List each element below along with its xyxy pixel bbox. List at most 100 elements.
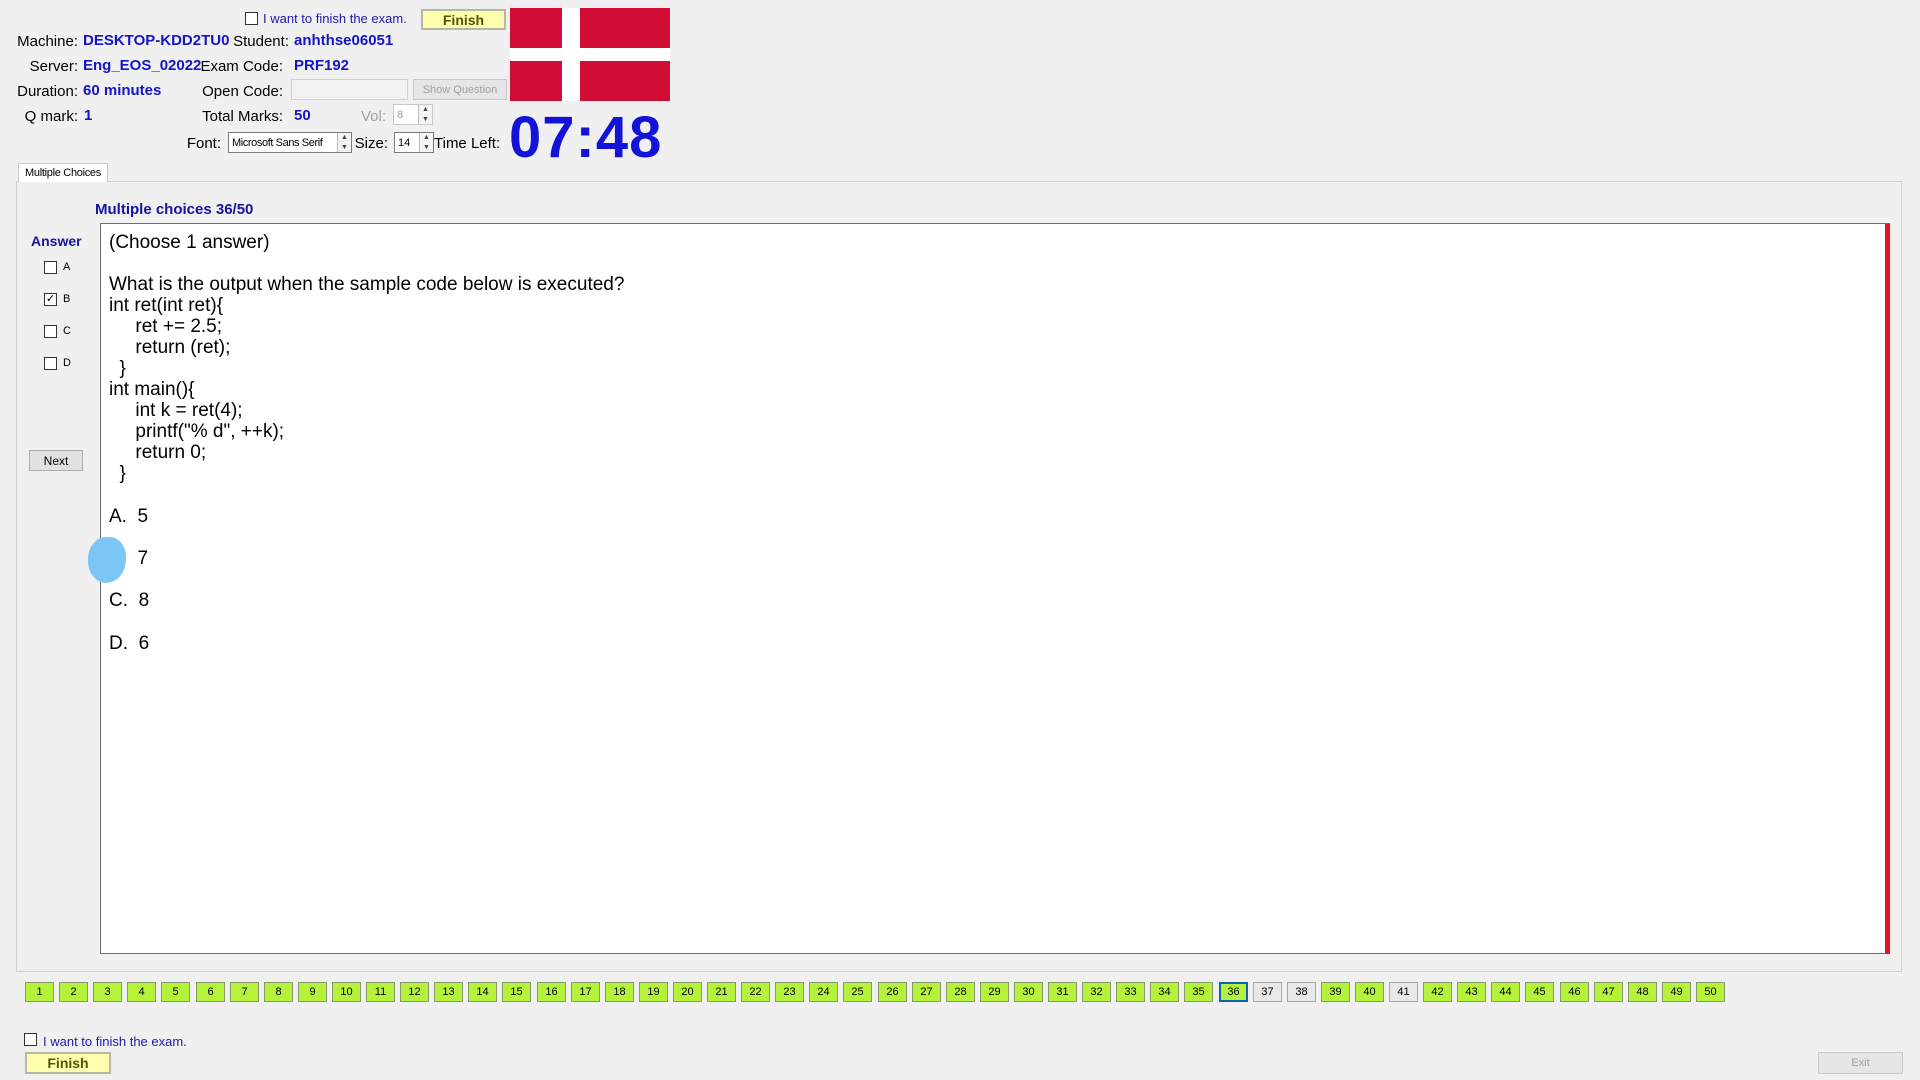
question-nav-button-31[interactable]: 31 (1048, 982, 1077, 1002)
size-stepper[interactable]: 14 ▲ ▼ (394, 132, 434, 153)
question-nav-button-11[interactable]: 11 (366, 982, 395, 1002)
question-nav-button-8[interactable]: 8 (264, 982, 293, 1002)
question-nav-button-40[interactable]: 40 (1355, 982, 1384, 1002)
question-nav-button-15[interactable]: 15 (502, 982, 531, 1002)
check-icon: ✓ (45, 293, 56, 305)
machine-label: Machine: (17, 33, 78, 50)
answer-checkbox-b[interactable]: ✓ (44, 293, 57, 306)
question-nav-button-49[interactable]: 49 (1662, 982, 1691, 1002)
question-nav-button-19[interactable]: 19 (639, 982, 668, 1002)
question-nav-button-47[interactable]: 47 (1594, 982, 1623, 1002)
question-nav-button-9[interactable]: 9 (298, 982, 327, 1002)
show-question-button[interactable]: Show Question (413, 79, 507, 100)
question-nav-button-32[interactable]: 32 (1082, 982, 1111, 1002)
server-value: Eng_EOS_02022 (83, 57, 202, 74)
question-nav-button-25[interactable]: 25 (843, 982, 872, 1002)
font-up-icon[interactable]: ▲ (338, 133, 351, 143)
question-nav-button-30[interactable]: 30 (1014, 982, 1043, 1002)
qmark-value: 1 (84, 107, 93, 124)
size-up-icon[interactable]: ▲ (420, 133, 433, 143)
total-marks-label: Total Marks: (202, 108, 283, 125)
finish-button-bottom[interactable]: Finish (25, 1052, 111, 1074)
vol-stepper[interactable]: 8 ▲ ▼ (393, 104, 433, 125)
time-left-label: Time Left: (434, 135, 501, 152)
question-nav-button-5[interactable]: 5 (161, 982, 190, 1002)
finish-exam-label-top: I want to finish the exam. (263, 11, 407, 26)
question-nav-button-34[interactable]: 34 (1150, 982, 1179, 1002)
code-line: printf("% d", ++k); (109, 421, 285, 442)
question-nav-button-1[interactable]: 1 (25, 982, 54, 1002)
question-nav-button-2[interactable]: 2 (59, 982, 88, 1002)
question-nav-button-10[interactable]: 10 (332, 982, 361, 1002)
question-nav-button-46[interactable]: 46 (1560, 982, 1589, 1002)
question-nav-button-43[interactable]: 43 (1457, 982, 1486, 1002)
answer-checkbox-a[interactable] (44, 261, 57, 274)
question-nav-button-33[interactable]: 33 (1116, 982, 1145, 1002)
question-nav-button-13[interactable]: 13 (434, 982, 463, 1002)
question-nav-button-4[interactable]: 4 (127, 982, 156, 1002)
question-text-area[interactable]: (Choose 1 answer) What is the output whe… (100, 223, 1890, 954)
answer-checkbox-d[interactable] (44, 357, 57, 370)
question-nav-button-14[interactable]: 14 (468, 982, 497, 1002)
scrollbar-indicator[interactable] (1885, 224, 1890, 954)
question-nav-button-36[interactable]: 36 (1219, 982, 1248, 1002)
tab-multiple-choices[interactable]: Multiple Choices (18, 163, 108, 182)
student-label: Student: (233, 33, 289, 50)
question-nav-button-29[interactable]: 29 (980, 982, 1009, 1002)
question-nav-button-39[interactable]: 39 (1321, 982, 1350, 1002)
font-down-icon[interactable]: ▼ (338, 143, 351, 153)
code-line: ret += 2.5; (109, 316, 223, 337)
open-code-input[interactable] (291, 79, 408, 100)
question-nav-button-41[interactable]: 41 (1389, 982, 1418, 1002)
question-nav-button-26[interactable]: 26 (878, 982, 907, 1002)
answer-label-a: A (63, 261, 71, 273)
size-label: Size: (354, 135, 388, 152)
code-line: return 0; (109, 442, 207, 463)
student-value: anhthse06051 (294, 32, 394, 49)
size-down-icon[interactable]: ▼ (420, 143, 433, 153)
font-label: Font: (186, 135, 221, 152)
question-nav-button-3[interactable]: 3 (93, 982, 122, 1002)
question-nav-button-38[interactable]: 38 (1287, 982, 1316, 1002)
question-nav-button-23[interactable]: 23 (775, 982, 804, 1002)
question-nav-button-35[interactable]: 35 (1184, 982, 1213, 1002)
finish-exam-checkbox-bottom[interactable] (24, 1033, 37, 1046)
question-nav-button-24[interactable]: 24 (809, 982, 838, 1002)
exit-button[interactable]: Exit (1818, 1052, 1903, 1074)
next-button[interactable]: Next (29, 450, 83, 471)
finish-exam-checkbox-top[interactable] (245, 12, 258, 25)
duration-value: 60 minutes (83, 82, 162, 99)
question-nav-button-18[interactable]: 18 (605, 982, 634, 1002)
vol-value: 8 (397, 108, 404, 121)
question-nav-button-12[interactable]: 12 (400, 982, 429, 1002)
exam-code-label: Exam Code: (200, 58, 283, 75)
question-line: (Choose 1 answer) (109, 232, 270, 253)
question-nav-button-16[interactable]: 16 (537, 982, 566, 1002)
question-nav-button-6[interactable]: 6 (196, 982, 225, 1002)
answer-title: Answer (31, 233, 82, 249)
question-nav-button-42[interactable]: 42 (1423, 982, 1452, 1002)
option-c: C. 8 (109, 590, 150, 611)
vol-down-icon[interactable]: ▼ (419, 115, 432, 125)
answer-checkbox-c[interactable] (44, 325, 57, 338)
flag-icon (510, 8, 670, 101)
question-nav-button-17[interactable]: 17 (571, 982, 600, 1002)
question-nav-button-27[interactable]: 27 (912, 982, 941, 1002)
question-nav-button-45[interactable]: 45 (1525, 982, 1554, 1002)
question-nav-button-21[interactable]: 21 (707, 982, 736, 1002)
size-value: 14 (398, 136, 411, 149)
question-nav-button-7[interactable]: 7 (230, 982, 259, 1002)
question-nav-button-44[interactable]: 44 (1491, 982, 1520, 1002)
font-selector[interactable]: Microsoft Sans Serif ▲ ▼ (228, 132, 352, 153)
open-code-label: Open Code: (202, 83, 283, 100)
question-nav-button-37[interactable]: 37 (1253, 982, 1282, 1002)
question-nav-button-48[interactable]: 48 (1628, 982, 1657, 1002)
question-nav-button-50[interactable]: 50 (1696, 982, 1725, 1002)
question-nav-button-22[interactable]: 22 (741, 982, 770, 1002)
vol-up-icon[interactable]: ▲ (419, 105, 432, 115)
question-nav-button-20[interactable]: 20 (673, 982, 702, 1002)
question-nav-button-28[interactable]: 28 (946, 982, 975, 1002)
finish-button-top[interactable]: Finish (421, 9, 506, 30)
qmark-label: Q mark: (24, 108, 78, 125)
code-line: int main(){ (109, 379, 195, 400)
